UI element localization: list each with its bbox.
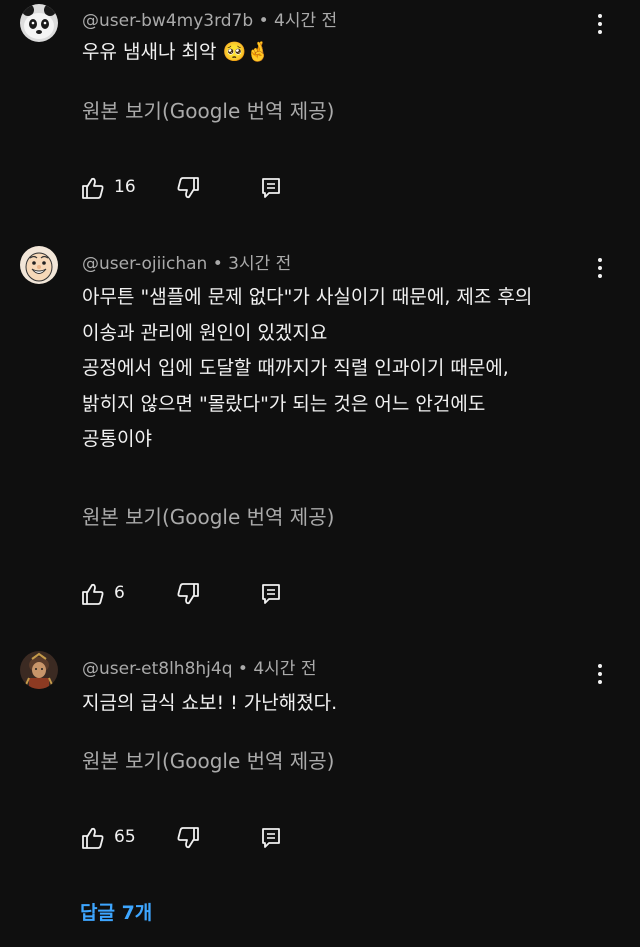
see-original-link[interactable]: 원본 보기(Google 번역 제공): [82, 501, 334, 530]
comment-meta: @user-ojiichan • 3시간 전: [82, 249, 291, 274]
comment-line: 아무튼 "샘플에 문제 없다"가 사실이기 때문에, 제조 후의: [82, 286, 533, 308]
like-count: 16: [114, 177, 136, 197]
comment-line: 밝히지 않으면 "몰랐다"가 되는 것은 어느 안건에도: [82, 392, 486, 415]
comment-actions: 16: [80, 175, 300, 201]
dislike-button[interactable]: [175, 825, 201, 851]
thumbs-down-icon: [177, 583, 199, 605]
comment-line: 공정에서 입에 도달할 때까지가 직렬 인과이기 때문에,: [82, 357, 509, 379]
reply-comment-icon: [262, 178, 280, 198]
like-button[interactable]: 16: [80, 175, 136, 201]
see-original-link[interactable]: 원본 보기(Google 번역 제공): [82, 95, 334, 124]
more-options-icon[interactable]: [590, 661, 610, 687]
like-count: 65: [114, 827, 136, 847]
thumbs-up-icon: [82, 177, 104, 199]
author-name[interactable]: @user-et8lh8hj4q: [82, 659, 233, 679]
avatar[interactable]: [20, 246, 58, 284]
comment-time: 4시간 전: [253, 659, 317, 679]
like-button[interactable]: 65: [80, 825, 136, 851]
thumbs-down-icon: [177, 827, 199, 849]
old-man-avatar-icon: [20, 246, 58, 284]
thumbs-down-icon: [177, 177, 199, 199]
like-button[interactable]: 6: [80, 581, 125, 607]
comment-text: 아무튼 "샘플에 문제 없다"가 사실이기 때문에, 제조 후의 이송과 관리에…: [82, 280, 602, 458]
avatar[interactable]: [20, 651, 58, 689]
view-replies-link[interactable]: 답글 7개: [80, 898, 152, 925]
avatar[interactable]: [20, 4, 58, 42]
reply-button[interactable]: [258, 175, 284, 201]
comment-time: 4시간 전: [274, 11, 338, 31]
author-name[interactable]: @user-ojiichan: [82, 254, 207, 274]
comment-line: 이송과 관리에 원인이 있겠지요: [82, 321, 328, 344]
comment-text: 지금의 급식 쇼보! ! 가난해졌다.: [82, 686, 602, 722]
see-original-link[interactable]: 원본 보기(Google 번역 제공): [82, 745, 334, 774]
meta-separator: •: [212, 254, 223, 274]
reply-comment-icon: [262, 828, 280, 848]
dislike-button[interactable]: [175, 581, 201, 607]
comment-line: 공통이야: [82, 428, 152, 450]
reply-comment-icon: [262, 584, 280, 604]
warrior-avatar-icon: [20, 651, 58, 689]
comment-meta: @user-et8lh8hj4q • 4시간 전: [82, 654, 316, 679]
meta-separator: •: [237, 659, 248, 679]
comment-text: 우유 냄새나 최악 🥺🤞: [82, 35, 602, 71]
dislike-button[interactable]: [175, 175, 201, 201]
meta-separator: •: [258, 11, 269, 31]
thumbs-up-icon: [82, 583, 104, 605]
comment-line: 지금의 급식 쇼보! ! 가난해졌다.: [82, 692, 338, 714]
comment-time: 3시간 전: [228, 254, 292, 274]
reply-button[interactable]: [258, 825, 284, 851]
comment-line: 우유 냄새나 최악 🥺🤞: [82, 41, 270, 63]
more-options-icon[interactable]: [590, 11, 610, 37]
reply-button[interactable]: [258, 581, 284, 607]
thumbs-up-icon: [82, 827, 104, 849]
more-options-icon[interactable]: [590, 255, 610, 281]
comment-meta: @user-bw4my3rd7b • 4시간 전: [82, 6, 337, 31]
comment-actions: 65: [80, 825, 300, 851]
like-count: 6: [114, 583, 125, 603]
author-name[interactable]: @user-bw4my3rd7b: [82, 11, 253, 31]
comment-actions: 6: [80, 581, 300, 607]
panda-avatar-icon: [20, 4, 58, 42]
